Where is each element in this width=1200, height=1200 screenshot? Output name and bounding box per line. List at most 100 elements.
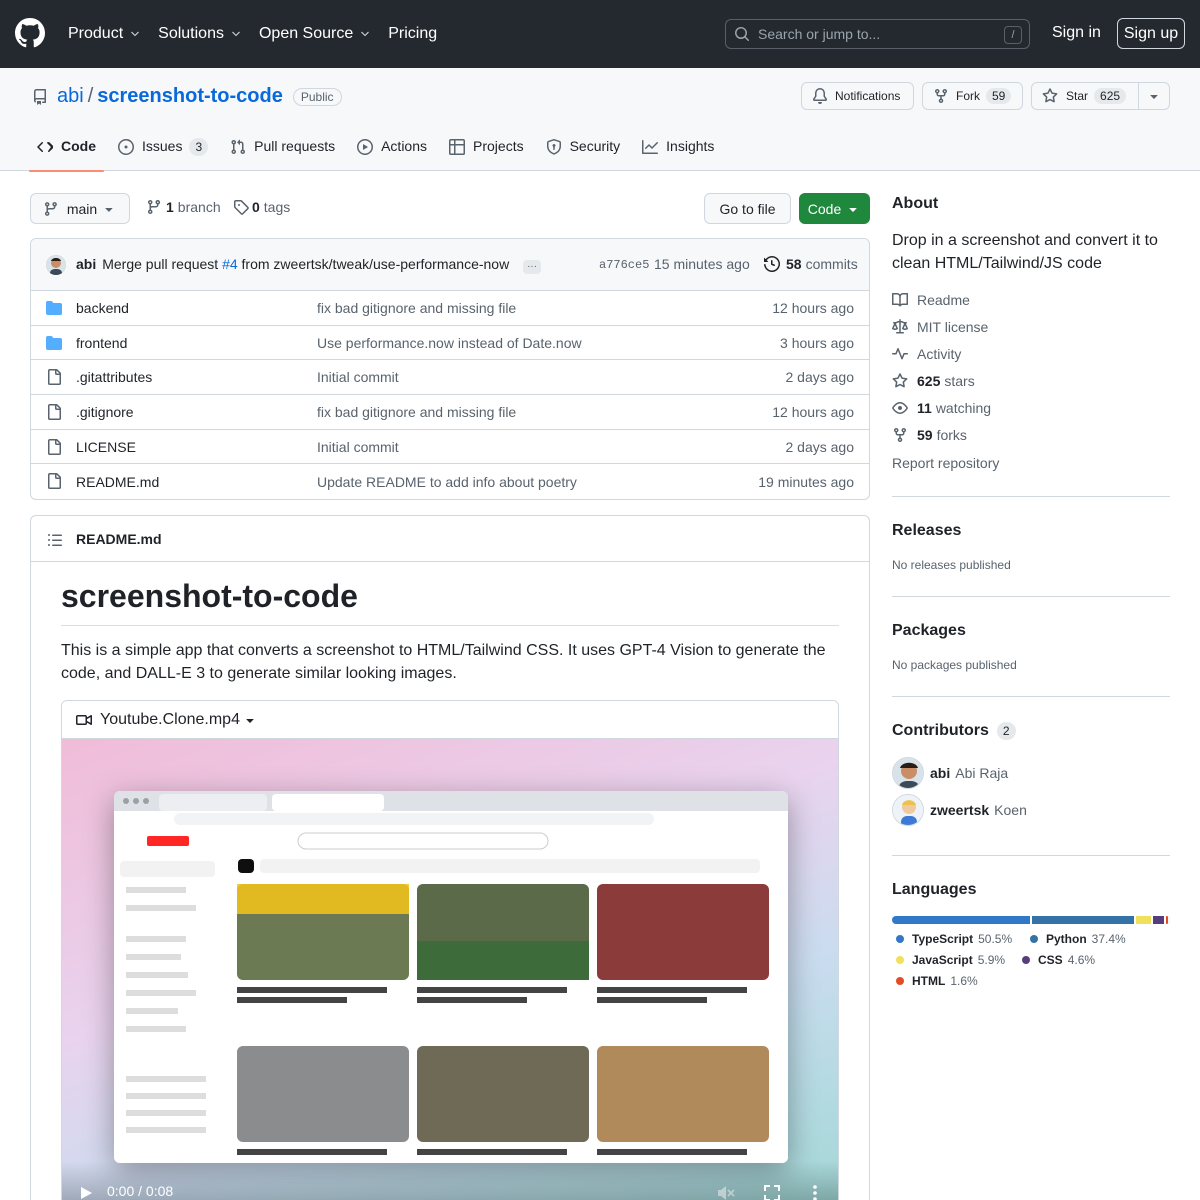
branches-link[interactable]: 1 branch: [146, 199, 221, 215]
table-row[interactable]: LICENSE Initial commit 2 days ago: [31, 430, 869, 465]
commit-pr-link[interactable]: #4: [222, 256, 238, 272]
tab-issues-label: Issues: [142, 138, 183, 154]
nav-pricing[interactable]: Pricing: [388, 25, 437, 43]
github-logo-icon[interactable]: [15, 18, 45, 48]
nav-open-source[interactable]: Open Source: [259, 25, 371, 43]
commit-author-link[interactable]: abi: [76, 256, 96, 272]
git-branch-icon: [44, 201, 57, 216]
tab-insights[interactable]: Insights: [642, 138, 714, 171]
table-row[interactable]: .gitignore fix bad gitignore and missing …: [31, 395, 869, 430]
file-commit-message-link[interactable]: Initial commit: [317, 369, 399, 385]
tab-code[interactable]: Code: [29, 138, 104, 172]
fork-label: Fork: [956, 89, 980, 103]
repo-owner-link[interactable]: abi: [57, 85, 84, 108]
file-commit-message-link[interactable]: fix bad gitignore and missing file: [317, 300, 516, 316]
packages-heading[interactable]: Packages: [892, 622, 966, 640]
language-percent: 5.9%: [977, 953, 1006, 967]
contributor-login: zweertsk: [930, 802, 990, 818]
issues-count: 3: [189, 138, 209, 156]
file-commit-message-link[interactable]: Initial commit: [317, 439, 399, 455]
commit-hash-link[interactable]: a776ce5: [599, 258, 649, 272]
notifications-button[interactable]: Notifications: [801, 82, 914, 110]
contributor-zweertsk[interactable]: zweertsk Koen: [892, 794, 1027, 826]
tab-actions-label: Actions: [381, 138, 428, 154]
tab-issues[interactable]: Issues 3: [118, 138, 209, 171]
bell-icon: [812, 88, 827, 104]
file-commit-message-link[interactable]: Use performance.now instead of Date.now: [317, 335, 582, 351]
file-commit-message-link[interactable]: fix bad gitignore and missing file: [317, 404, 516, 420]
table-row[interactable]: .gitattributes Initial commit 2 days ago: [31, 360, 869, 396]
folder-icon: [46, 300, 62, 316]
search-input[interactable]: Search or jump to... /: [725, 19, 1030, 49]
tab-actions[interactable]: Actions: [357, 138, 427, 171]
activity-link[interactable]: Activity: [892, 346, 961, 362]
file-name-link[interactable]: README.md: [76, 474, 159, 490]
repo-name-link[interactable]: screenshot-to-code: [97, 85, 283, 108]
language-item[interactable]: CSS 4.6%: [1022, 953, 1095, 967]
branch-name: main: [66, 200, 98, 217]
video-header[interactable]: Youtube.Clone.mp4: [62, 701, 838, 739]
more-options-icon[interactable]: [812, 1185, 818, 1200]
code-dropdown-button[interactable]: Code: [799, 193, 870, 224]
video-filename: Youtube.Clone.mp4: [100, 710, 240, 728]
language-item[interactable]: HTML 1.6%: [896, 974, 978, 988]
eye-icon: [892, 402, 908, 414]
divider: [892, 496, 1170, 497]
readme-link[interactable]: Readme: [892, 292, 970, 308]
fork-button[interactable]: Fork 59: [922, 82, 1023, 110]
file-name-link[interactable]: .gitignore: [76, 404, 134, 420]
tab-security[interactable]: Security: [546, 138, 620, 171]
watching-link[interactable]: 11 watching: [892, 400, 991, 416]
sign-in-link[interactable]: Sign in: [1052, 24, 1101, 42]
avatar-face-icon: [893, 758, 923, 788]
list-unordered-icon[interactable]: [47, 532, 63, 548]
file-name-link[interactable]: LICENSE: [76, 439, 136, 455]
search-icon: [735, 27, 750, 42]
sign-up-button[interactable]: Sign up: [1117, 18, 1185, 49]
commit-expand-button[interactable]: ···: [523, 259, 542, 274]
license-link[interactable]: MIT license: [892, 319, 988, 335]
star-list-dropdown[interactable]: [1138, 82, 1170, 110]
table-row[interactable]: backend fix bad gitignore and missing fil…: [31, 291, 869, 326]
contributors-heading-label: Contributors: [892, 722, 989, 739]
star-button[interactable]: Star 625: [1031, 82, 1139, 110]
file-commit-message-link[interactable]: Update README to add info about poetry: [317, 474, 577, 490]
readme-filename-link[interactable]: README.md: [76, 531, 162, 547]
branch-count: 1: [166, 199, 174, 215]
report-repository-link[interactable]: Report repository: [892, 455, 999, 471]
commit-message-prefix[interactable]: Merge pull request: [102, 256, 218, 272]
fullscreen-icon[interactable]: [764, 1185, 780, 1200]
file-name-link[interactable]: backend: [76, 300, 129, 316]
language-item[interactable]: JavaScript 5.9%: [896, 953, 1005, 967]
go-to-file-button[interactable]: Go to file: [704, 193, 791, 224]
issue-opened-icon: [118, 139, 134, 155]
tab-pull-requests[interactable]: Pull requests: [230, 138, 335, 171]
contributors-heading[interactable]: Contributors 2: [892, 722, 1016, 740]
releases-heading[interactable]: Releases: [892, 522, 961, 540]
tags-link[interactable]: 0 tags: [233, 199, 290, 215]
commits-link[interactable]: 58 commits: [764, 256, 858, 272]
play-icon[interactable]: [79, 1186, 93, 1200]
stars-link[interactable]: 625 stars: [892, 373, 975, 389]
table-row[interactable]: README.md Update README to add info about…: [31, 464, 869, 499]
language-dot: [896, 977, 904, 985]
file-name-link[interactable]: .gitattributes: [76, 369, 152, 385]
git-pull-request-icon: [231, 139, 246, 155]
avatar[interactable]: [46, 254, 66, 275]
file-name-link[interactable]: frontend: [76, 335, 127, 351]
nav-solutions[interactable]: Solutions: [158, 25, 242, 43]
nav-product[interactable]: Product: [68, 25, 141, 43]
language-item[interactable]: Python 37.4%: [1030, 932, 1126, 946]
tab-projects[interactable]: Projects: [449, 138, 524, 171]
readme-intro: This is a simple app that converts a scr…: [61, 642, 826, 682]
forks-link[interactable]: 59 forks: [892, 427, 967, 443]
file-icon: [46, 473, 62, 490]
mute-icon[interactable]: [717, 1185, 735, 1200]
contributor-abi[interactable]: abi Abi Raja: [892, 757, 1008, 789]
video-frame[interactable]: 0:00 / 0:08: [62, 739, 838, 1200]
commit-message-suffix[interactable]: from zweertsk/tweak/use-performance-now: [242, 256, 510, 272]
table-row[interactable]: frontend Use performance.now instead of D…: [31, 326, 869, 361]
releases-note: No releases published: [892, 558, 1011, 572]
branch-select-button[interactable]: main: [30, 193, 130, 224]
language-item[interactable]: TypeScript 50.5%: [896, 932, 1012, 946]
